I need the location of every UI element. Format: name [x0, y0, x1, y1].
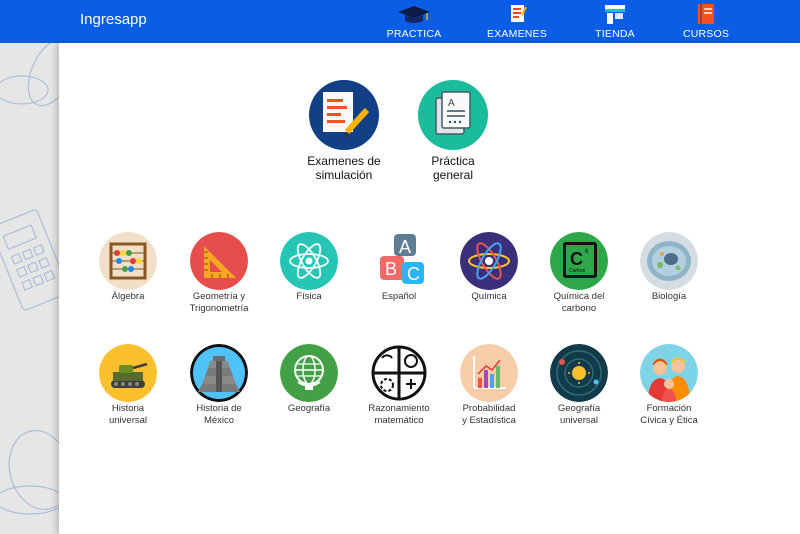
subject-label: Español: [359, 291, 439, 303]
svg-text:B: B: [385, 259, 397, 279]
tank-icon: [99, 344, 157, 402]
subject-label-line: Probabilidad: [462, 403, 516, 414]
subject-label: Historia de México: [179, 403, 259, 426]
mode-examenes-simulacion[interactable]: Examenes de simulación: [289, 80, 399, 182]
subject-label-line: Historia de: [196, 403, 242, 414]
subject-label: Álgebra: [88, 291, 168, 303]
subject-quimica[interactable]: Química: [449, 232, 529, 303]
course-book-icon: [695, 2, 717, 26]
nav-practica[interactable]: PRACTICA: [383, 0, 445, 43]
subject-label-line: Geografía: [287, 403, 331, 414]
subject-label-line: Trigonometría: [189, 302, 249, 314]
subject-label-line: Geografía: [557, 403, 601, 414]
exam-document-icon: [507, 2, 527, 26]
subject-quimica-carbono[interactable]: C 6 Carbon Química del carbono: [539, 232, 619, 314]
subject-label-line: Física: [296, 291, 322, 302]
subject-label-line: Geometría y: [192, 291, 246, 302]
subject-label: Geografía universal: [539, 403, 619, 426]
subject-algebra[interactable]: Álgebra: [88, 232, 168, 303]
mode-label-line: Práctica: [431, 154, 475, 168]
subject-label: Razonamiento matemático: [359, 403, 439, 426]
bar-chart-icon: [460, 344, 518, 402]
mode-practica-general[interactable]: A Práctica general: [398, 80, 508, 182]
subject-label: Química: [449, 291, 529, 303]
subject-label-line: Formación: [646, 403, 692, 414]
cell-icon: [640, 232, 698, 290]
pyramid-icon: [190, 344, 248, 402]
mode-label-line: Examenes de: [307, 154, 381, 168]
globe-icon: [280, 344, 338, 402]
atom-icon: [280, 232, 338, 290]
set-square-icon: [190, 232, 248, 290]
subject-label: Química del carbono: [539, 291, 619, 314]
subject-geografia-universal[interactable]: Geografía universal: [539, 344, 619, 426]
subject-label: Probabilidad y Estadística: [449, 403, 529, 426]
subject-geometria[interactable]: Geometría y Trigonometría: [179, 232, 259, 314]
subject-label-line: Álgebra: [111, 291, 145, 302]
mode-label-line: general: [432, 168, 474, 182]
subject-geografia[interactable]: Geografía: [269, 344, 349, 415]
subject-label: Formación Cívica y Ética: [629, 403, 709, 426]
svg-text:A: A: [448, 98, 455, 109]
subject-label-line: Química del: [553, 291, 605, 302]
graduation-cap-icon: [397, 2, 431, 26]
subject-label: Historia universal: [88, 403, 168, 426]
subject-label: Geografía: [269, 403, 349, 415]
svg-text:Carbon: Carbon: [569, 268, 586, 274]
top-navigation-bar: Ingresapp PRACTICA EXAMENES TIENDA CURSO…: [0, 0, 800, 43]
subject-label-line: matemático: [374, 414, 424, 426]
nav-label: CURSOS: [682, 28, 730, 40]
subject-historia-universal[interactable]: Historia universal: [88, 344, 168, 426]
svg-text:A: A: [399, 237, 411, 257]
documents-icon: A: [418, 80, 488, 150]
nav-tienda[interactable]: TIENDA: [585, 0, 645, 43]
svg-text:C: C: [407, 264, 420, 284]
subject-label-line: México: [203, 414, 235, 426]
subject-probabilidad[interactable]: Probabilidad y Estadística: [449, 344, 529, 426]
subject-label-line: Historia: [111, 403, 145, 414]
app-title[interactable]: Ingresapp: [80, 11, 147, 28]
family-icon: [640, 344, 698, 402]
subject-label-line: y Estadística: [462, 414, 516, 426]
solar-system-icon: [550, 344, 608, 402]
subject-historia-mexico[interactable]: Historia de México: [179, 344, 259, 426]
subject-label: Biología: [629, 291, 709, 303]
subject-fisica[interactable]: Física: [269, 232, 349, 303]
mode-label: Examenes de simulación: [289, 154, 399, 182]
subject-label-line: Razonamiento: [368, 403, 430, 414]
subject-label-line: Español: [381, 291, 417, 302]
nav-examenes[interactable]: EXAMENES: [486, 0, 548, 43]
subject-formacion-civica[interactable]: Formación Cívica y Ética: [629, 344, 709, 426]
carbon-element-icon: C 6 Carbon: [550, 232, 608, 290]
subject-label-line: Biología: [651, 291, 687, 302]
subject-label-line: Cívica y Ética: [640, 414, 698, 426]
mode-label-line: simulación: [315, 168, 373, 182]
nav-label: PRACTICA: [386, 28, 442, 40]
exam-pencil-icon: [309, 80, 379, 150]
nav-label: EXAMENES: [487, 28, 547, 40]
nav-cursos[interactable]: CURSOS: [676, 0, 736, 43]
subject-espanol[interactable]: A B C Español: [359, 232, 439, 303]
subject-label-line: Química: [471, 291, 507, 302]
subject-biologia[interactable]: Biología: [629, 232, 709, 303]
subject-label-line: carbono: [561, 302, 597, 314]
abacus-icon: [99, 232, 157, 290]
molecule-icon: [460, 232, 518, 290]
subject-label-line: universal: [108, 414, 148, 426]
abc-blocks-icon: A B C: [370, 232, 428, 290]
svg-text:C: C: [570, 249, 583, 269]
subject-label-line: universal: [559, 414, 599, 426]
mode-label: Práctica general: [398, 154, 508, 182]
subject-razonamiento[interactable]: Razonamiento matemático: [359, 344, 439, 426]
nav-label: TIENDA: [595, 28, 635, 40]
subject-label: Física: [269, 291, 349, 303]
puzzle-icon: [370, 344, 428, 402]
store-icon: [602, 2, 628, 26]
subject-label: Geometría y Trigonometría: [179, 291, 259, 314]
